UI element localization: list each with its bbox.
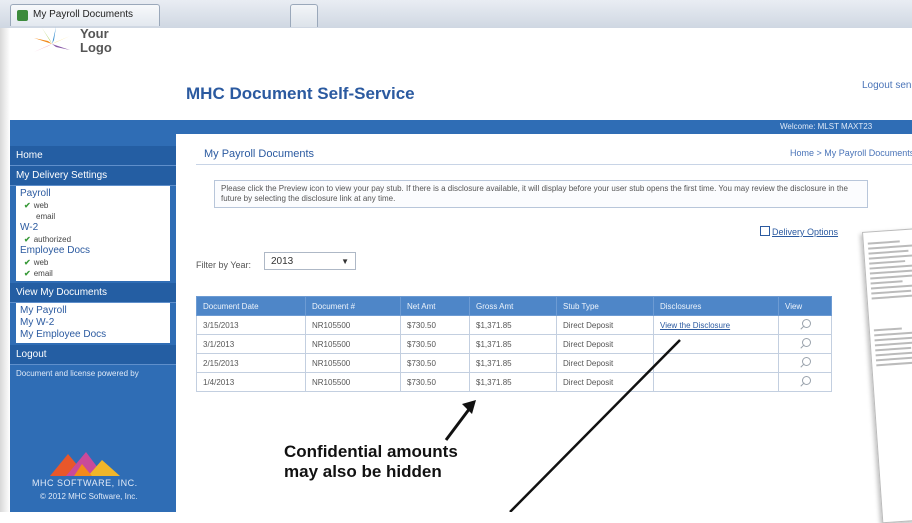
check-icon: ✔ [24, 201, 31, 210]
column-header[interactable]: Disclosures [653, 296, 779, 316]
column-header[interactable]: Stub Type [556, 296, 654, 316]
cell-disclosures [653, 334, 779, 354]
breadcrumb[interactable]: Home > My Payroll Documents [790, 148, 912, 158]
welcome-text: Welcome: MLST MAXT23 [780, 122, 873, 131]
tab-title: My Payroll Documents [33, 9, 134, 20]
sidebar-item-employee-docs[interactable]: Employee Docs [20, 245, 166, 257]
browser-tab-bar: My Payroll Documents [0, 0, 912, 29]
cell-view [778, 315, 832, 335]
favicon-icon [17, 10, 28, 21]
brand-name: MHC SOFTWARE, INC. [32, 478, 138, 488]
cell-document-number: NR105500 [305, 353, 401, 373]
sidebar-item-logout[interactable]: Logout [10, 345, 176, 365]
sidebar-item-home[interactable]: Home [10, 146, 176, 166]
payroll-web-setting: ✔ web [24, 201, 49, 210]
cell-document-date: 3/15/2013 [196, 315, 306, 335]
cell-gross-amount: $1,371.85 [469, 353, 557, 373]
delivery-options-icon[interactable] [760, 226, 770, 236]
cell-stub-type: Direct Deposit [556, 372, 654, 392]
sidebar-item-my-w2[interactable]: My W-2 [20, 317, 166, 329]
instructions-notice: Please click the Preview icon to view yo… [214, 180, 868, 208]
cell-document-date: 3/1/2013 [196, 334, 306, 354]
cell-document-number: NR105500 [305, 315, 401, 335]
documents-table: Document Date Document # Net Amt Gross A… [196, 296, 832, 392]
check-icon: ✔ [24, 269, 31, 278]
cell-stub-type: Direct Deposit [556, 315, 654, 335]
sidebar-heading-delivery: My Delivery Settings [10, 166, 176, 186]
cell-view [778, 334, 832, 354]
filter-year-select[interactable]: 2013 ▼ [264, 252, 356, 270]
filter-year-label: Filter by Year: [196, 260, 252, 270]
delivery-options-link[interactable]: Delivery Options [772, 227, 838, 237]
sidebar-footer: Document and license powered by [16, 369, 139, 378]
view-documents-box: My Payroll My W-2 My Employee Docs [16, 303, 170, 343]
cell-disclosures: View the Disclosure [653, 315, 779, 335]
section-divider [196, 164, 912, 165]
cell-document-number: NR105500 [305, 372, 401, 392]
cell-net-amount: $730.50 [400, 372, 470, 392]
employee-docs-email-setting: ✔ email [24, 269, 53, 278]
preview-magnifier-icon[interactable] [799, 337, 811, 349]
column-header[interactable]: Gross Amt [469, 296, 557, 316]
mhc-brand-logo-icon [50, 452, 120, 476]
disclosure-link[interactable]: View the Disclosure [660, 321, 730, 330]
cell-disclosures [653, 372, 779, 392]
cell-document-number: NR105500 [305, 334, 401, 354]
cell-net-amount: $730.50 [400, 353, 470, 373]
table-row: 2/15/2013 NR105500 $730.50 $1,371.85 Dir… [196, 353, 832, 373]
section-title: My Payroll Documents [204, 148, 315, 160]
page-title: MHC Document Self-Service [186, 84, 415, 103]
table-header-row: Document Date Document # Net Amt Gross A… [196, 296, 832, 316]
sidebar-heading-view-documents: View My Documents [10, 283, 176, 303]
page-edge [0, 28, 10, 512]
header-logout-link[interactable]: Logout sen [862, 80, 912, 91]
cell-view [778, 372, 832, 392]
sidebar-item-my-employee-docs[interactable]: My Employee Docs [20, 329, 166, 341]
delivery-settings-box: Payroll ✔ web email W-2 ✔ authorized Emplo… [16, 186, 170, 281]
payroll-email-setting: email [36, 212, 56, 221]
annotation-callout: Confidential amounts may also be hidden [284, 442, 458, 481]
browser-tab[interactable]: My Payroll Documents [10, 4, 160, 26]
logo-icon [34, 27, 70, 60]
preview-magnifier-icon[interactable] [799, 375, 811, 387]
preview-magnifier-icon[interactable] [799, 356, 811, 368]
sidebar-item-w2[interactable]: W-2 [20, 222, 166, 234]
cell-net-amount: $730.50 [400, 315, 470, 335]
cell-stub-type: Direct Deposit [556, 334, 654, 354]
check-icon: ✔ [24, 235, 31, 244]
cell-document-date: 2/15/2013 [196, 353, 306, 373]
column-header[interactable]: Net Amt [400, 296, 470, 316]
cell-stub-type: Direct Deposit [556, 353, 654, 373]
sidebar-item-my-payroll[interactable]: My Payroll [20, 305, 166, 317]
w2-authorized-setting: ✔ authorized [24, 235, 72, 244]
table-row: 3/1/2013 NR105500 $730.50 $1,371.85 Dire… [196, 334, 832, 354]
employee-docs-web-setting: ✔ web [24, 258, 49, 267]
brand-copyright: © 2012 MHC Software, Inc. [40, 492, 138, 501]
chevron-down-icon: ▼ [341, 257, 349, 266]
new-tab-button[interactable] [290, 4, 318, 27]
cell-disclosures [653, 353, 779, 373]
cell-gross-amount: $1,371.85 [469, 315, 557, 335]
cell-document-date: 1/4/2013 [196, 372, 306, 392]
cell-view [778, 353, 832, 373]
preview-magnifier-icon[interactable] [799, 318, 811, 330]
check-icon: ✔ [24, 258, 31, 267]
top-bar [10, 120, 912, 134]
sidebar-item-payroll[interactable]: Payroll [20, 188, 166, 200]
cell-gross-amount: $1,371.85 [469, 372, 557, 392]
cell-net-amount: $730.50 [400, 334, 470, 354]
table-row: 3/15/2013 NR105500 $730.50 $1,371.85 Dir… [196, 315, 832, 335]
column-header[interactable]: Document # [305, 296, 401, 316]
cell-gross-amount: $1,371.85 [469, 334, 557, 354]
table-row: 1/4/2013 NR105500 $730.50 $1,371.85 Dire… [196, 372, 832, 392]
column-header[interactable]: Document Date [196, 296, 306, 316]
column-header: View [778, 296, 832, 316]
logo-text: Your Logo [80, 26, 112, 55]
